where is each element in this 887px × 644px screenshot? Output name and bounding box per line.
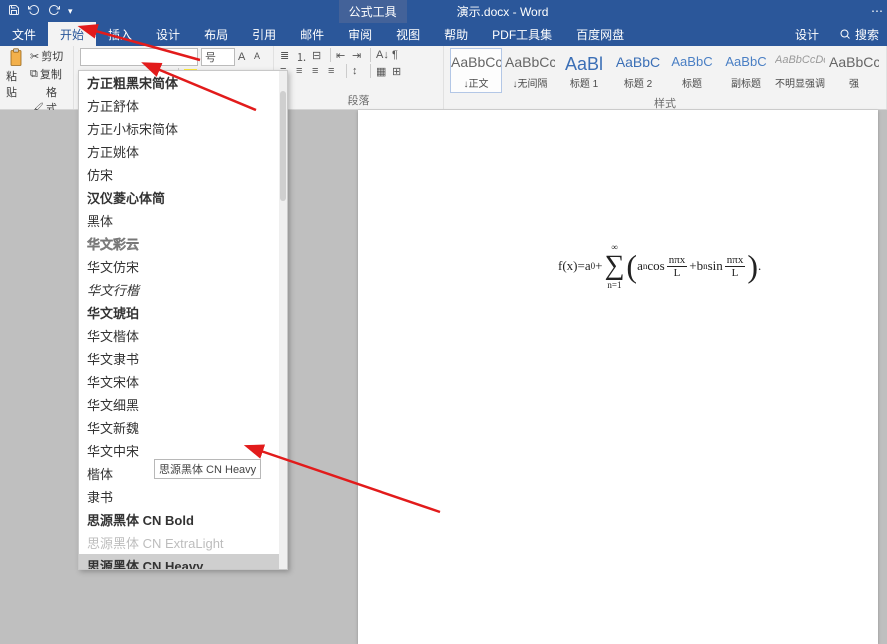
scissors-icon: ✂ xyxy=(30,50,39,63)
copy-icon: ⧉ xyxy=(30,68,38,81)
align-right-icon[interactable]: ≡ xyxy=(312,65,325,78)
shading-icon[interactable]: ▦ xyxy=(376,65,389,78)
search-label: 搜索 xyxy=(855,26,879,43)
style-item[interactable]: AaBbC标题 2 xyxy=(612,48,664,93)
tab-baidu[interactable]: 百度网盘 xyxy=(564,22,636,46)
search-box[interactable]: 搜索 xyxy=(831,22,887,46)
numbering-icon[interactable]: ⒈ xyxy=(296,49,309,62)
font-option[interactable]: 黑体 xyxy=(79,209,287,232)
tab-help[interactable]: 帮助 xyxy=(432,22,480,46)
style-item[interactable]: AaBbCcDc↓无间隔 xyxy=(504,48,556,93)
tab-file[interactable]: 文件 xyxy=(0,22,48,46)
font-option[interactable]: 思源黑体 CN ExtraLight xyxy=(79,531,287,554)
decrease-indent-icon[interactable]: ⇤ xyxy=(336,49,349,62)
style-item[interactable]: AaBbC标题 xyxy=(666,48,718,93)
font-tooltip: 思源黑体 CN Heavy xyxy=(154,459,261,479)
tab-insert[interactable]: 插入 xyxy=(96,22,144,46)
font-option[interactable]: 华文隶书 xyxy=(79,347,287,370)
tab-equation-design[interactable]: 设计 xyxy=(783,22,831,46)
tab-home[interactable]: 开始 xyxy=(48,22,96,46)
borders-icon[interactable]: ⊞ xyxy=(392,65,405,78)
group-clipboard: 粘贴 ✂剪切 ⧉复制 🖌格式刷 剪贴板 xyxy=(0,46,74,109)
sigma-icon: ∞ ∑ n=1 xyxy=(604,242,624,290)
font-option[interactable]: 华文行楷 xyxy=(79,278,287,301)
font-option[interactable]: 方正舒体 xyxy=(79,94,287,117)
formula-tools-label: 公式工具 xyxy=(339,0,407,23)
cut-button[interactable]: ✂剪切 xyxy=(30,48,67,64)
tab-view[interactable]: 视图 xyxy=(384,22,432,46)
font-option[interactable]: 华文仿宋 xyxy=(79,255,287,278)
font-option[interactable]: 华文宋体 xyxy=(79,370,287,393)
font-option[interactable]: 华文新魏 xyxy=(79,416,287,439)
tab-design[interactable]: 设计 xyxy=(144,22,192,46)
font-option[interactable]: 汉仪菱心体简 xyxy=(79,186,287,209)
show-marks-icon[interactable]: ¶ xyxy=(392,49,405,62)
multilevel-icon[interactable]: ⊟ xyxy=(312,49,325,62)
title-bar: ▾ 公式工具 演示.docx - Word ⋯ xyxy=(0,0,887,22)
style-item[interactable]: AaBbCcDc强 xyxy=(828,48,880,93)
search-icon xyxy=(839,28,851,40)
line-spacing-icon[interactable]: ↕ xyxy=(352,65,365,78)
font-option[interactable]: 方正小标宋简体 xyxy=(79,117,287,140)
tab-mailings[interactable]: 邮件 xyxy=(288,22,336,46)
font-size-combo[interactable]: 号 xyxy=(201,48,235,66)
bullets-icon[interactable]: ≣ xyxy=(280,49,293,62)
style-item[interactable]: AaBl标题 1 xyxy=(558,48,610,93)
tab-references[interactable]: 引用 xyxy=(240,22,288,46)
font-option[interactable]: 华文楷体 xyxy=(79,324,287,347)
align-center-icon[interactable]: ≡ xyxy=(296,65,309,78)
font-option[interactable]: 仿宋 xyxy=(79,163,287,186)
tab-review[interactable]: 审阅 xyxy=(336,22,384,46)
copy-button[interactable]: ⧉复制 xyxy=(30,66,67,82)
style-item[interactable]: AaBbCcDc↓正文 xyxy=(450,48,502,93)
document-page[interactable]: f(x)=a0 + ∞ ∑ n=1 ( an cos nπxL +bn sin … xyxy=(358,110,878,644)
group-styles: AaBbCcDc↓正文AaBbCcDc↓无间隔AaBl标题 1AaBbC标题 2… xyxy=(444,46,887,109)
style-item[interactable]: AaBbCcDc不明显强调 xyxy=(774,48,826,93)
shrink-font-icon[interactable]: A xyxy=(254,51,267,64)
document-title: 演示.docx - Word xyxy=(457,3,549,20)
style-item[interactable]: AaBbC副标题 xyxy=(720,48,772,93)
dropdown-scrollbar[interactable] xyxy=(279,71,287,569)
grow-font-icon[interactable]: A xyxy=(238,51,251,64)
font-option[interactable]: 华文彩云 xyxy=(79,232,287,255)
ribbon-options-icon[interactable]: ⋯ xyxy=(871,4,883,18)
font-dropdown[interactable]: 方正粗黑宋简体方正舒体方正小标宋简体方正姚体仿宋汉仪菱心体简黑体华文彩云华文仿宋… xyxy=(78,70,288,570)
increase-indent-icon[interactable]: ⇥ xyxy=(352,49,365,62)
group-paragraph: ≣ ⒈ ⊟ ⇤ ⇥ A↓ ¶ ≡ ≡ ≡ ≡ ↕ ▦ ⊞ 段 xyxy=(274,46,444,109)
font-option[interactable]: 思源黑体 CN Heavy xyxy=(79,554,287,570)
font-option[interactable]: 思源黑体 CN Bold xyxy=(79,508,287,531)
font-option[interactable]: 方正粗黑宋简体 xyxy=(79,71,287,94)
font-option[interactable]: 隶书 xyxy=(79,485,287,508)
tab-pdf[interactable]: PDF工具集 xyxy=(480,22,564,46)
font-option[interactable]: 华文细黑 xyxy=(79,393,287,416)
justify-icon[interactable]: ≡ xyxy=(328,65,341,78)
group-label-paragraph: 段落 xyxy=(280,90,437,109)
tab-layout[interactable]: 布局 xyxy=(192,22,240,46)
font-option[interactable]: 方正姚体 xyxy=(79,140,287,163)
font-option[interactable]: 华文琥珀 xyxy=(79,301,287,324)
equation[interactable]: f(x)=a0 + ∞ ∑ n=1 ( an cos nπxL +bn sin … xyxy=(558,242,761,290)
ribbon-tabs: 文件 开始 插入 设计 布局 引用 邮件 审阅 视图 帮助 PDF工具集 百度网… xyxy=(0,22,887,46)
font-name-combo[interactable] xyxy=(80,48,198,66)
paste-button[interactable]: 粘贴 xyxy=(6,48,26,100)
sort-icon[interactable]: A↓ xyxy=(376,49,389,62)
style-gallery[interactable]: AaBbCcDc↓正文AaBbCcDc↓无间隔AaBl标题 1AaBbC标题 2… xyxy=(450,48,880,93)
